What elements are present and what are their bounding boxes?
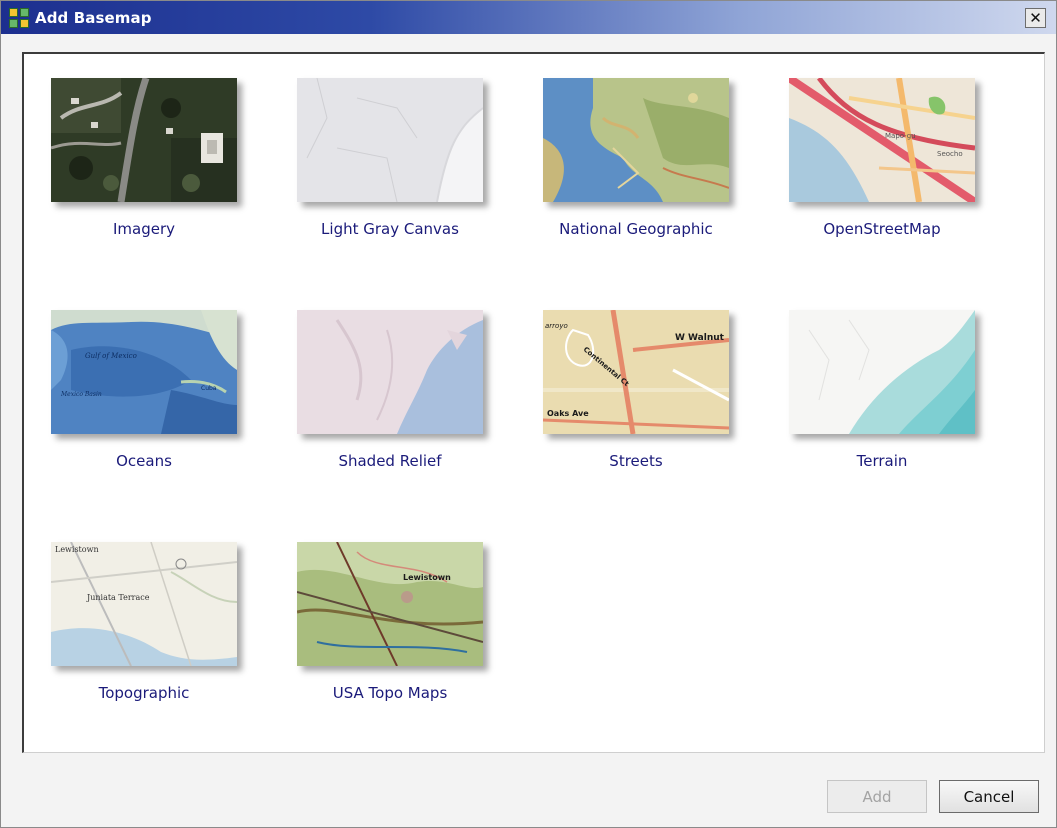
basemap-label: Light Gray Canvas bbox=[321, 220, 459, 238]
basemap-label: Imagery bbox=[112, 220, 176, 238]
add-button[interactable]: Add bbox=[827, 780, 927, 813]
topographic-thumbnail: Lewistown Juniata Terrace bbox=[51, 542, 237, 666]
topo-place-label: Lewistown bbox=[55, 545, 99, 554]
streets-thumbnail: W Walnut Oaks Ave Continental Ct arroyo bbox=[543, 310, 729, 434]
basemap-tile-shaded-relief[interactable]: Shaded Relief bbox=[290, 310, 490, 470]
basemap-label: Topographic bbox=[98, 684, 190, 702]
basemap-tile-usa-topo-maps[interactable]: Lewistown USA Topo Maps bbox=[290, 542, 490, 702]
basemap-tile-openstreetmap[interactable]: Mapo-gu Seocho OpenStreetMap bbox=[782, 78, 982, 238]
basemap-tile-streets[interactable]: W Walnut Oaks Ave Continental Ct arroyo … bbox=[536, 310, 736, 470]
light-gray-canvas-thumbnail bbox=[297, 78, 483, 202]
basemap-label: USA Topo Maps bbox=[332, 684, 448, 702]
basemap-tile-imagery[interactable]: Imagery bbox=[44, 78, 244, 238]
basemap-tile-light-gray-canvas[interactable]: Light Gray Canvas bbox=[290, 78, 490, 238]
topo-place-label: Juniata Terrace bbox=[86, 593, 150, 602]
shaded-relief-thumbnail bbox=[297, 310, 483, 434]
streets-road-label: arroyo bbox=[545, 322, 568, 330]
basemap-label: Shaded Relief bbox=[338, 452, 442, 470]
basemap-tile-topographic[interactable]: Lewistown Juniata Terrace Topographic bbox=[44, 542, 244, 702]
usa-topo-maps-thumbnail: Lewistown bbox=[297, 542, 483, 666]
basemap-label: Streets bbox=[609, 452, 663, 470]
basemap-label: OpenStreetMap bbox=[823, 220, 941, 238]
dialog-title: Add Basemap bbox=[35, 8, 152, 27]
usatopo-place-label: Lewistown bbox=[403, 573, 451, 582]
opm-place-label: Mapo-gu bbox=[885, 132, 916, 140]
opm-place-label: Seocho bbox=[937, 150, 963, 158]
oceans-thumbnail: Gulf of Mexico Mexico Basin Cuba bbox=[51, 310, 237, 434]
basemap-tile-terrain[interactable]: Terrain bbox=[782, 310, 982, 470]
basemap-label: Terrain bbox=[856, 452, 908, 470]
streets-road-label: W Walnut bbox=[675, 333, 725, 343]
basemap-app-icon bbox=[9, 7, 29, 28]
basemap-gallery: Imagery Light Gray Canvas National Geogr… bbox=[22, 52, 1045, 753]
add-basemap-dialog: Add Basemap ✕ Imagery Light Gray Canvas … bbox=[0, 0, 1057, 828]
oceans-place-label: Cuba bbox=[201, 385, 217, 392]
basemap-tile-oceans[interactable]: Gulf of Mexico Mexico Basin Cuba Oceans bbox=[44, 310, 244, 470]
cancel-button[interactable]: Cancel bbox=[939, 780, 1039, 813]
oceans-place-label: Gulf of Mexico bbox=[85, 352, 137, 360]
basemap-label: National Geographic bbox=[559, 220, 713, 238]
title-bar: Add Basemap ✕ bbox=[1, 1, 1056, 34]
streets-road-label: Oaks Ave bbox=[547, 409, 589, 418]
close-button[interactable]: ✕ bbox=[1025, 8, 1046, 28]
close-icon: ✕ bbox=[1029, 9, 1042, 27]
imagery-thumbnail bbox=[51, 78, 237, 202]
oceans-place-label: Mexico Basin bbox=[60, 391, 102, 398]
national-geographic-thumbnail bbox=[543, 78, 729, 202]
basemap-tile-national-geographic[interactable]: National Geographic bbox=[536, 78, 736, 238]
basemap-label: Oceans bbox=[116, 452, 172, 470]
openstreetmap-thumbnail: Mapo-gu Seocho bbox=[789, 78, 975, 202]
terrain-thumbnail bbox=[789, 310, 975, 434]
